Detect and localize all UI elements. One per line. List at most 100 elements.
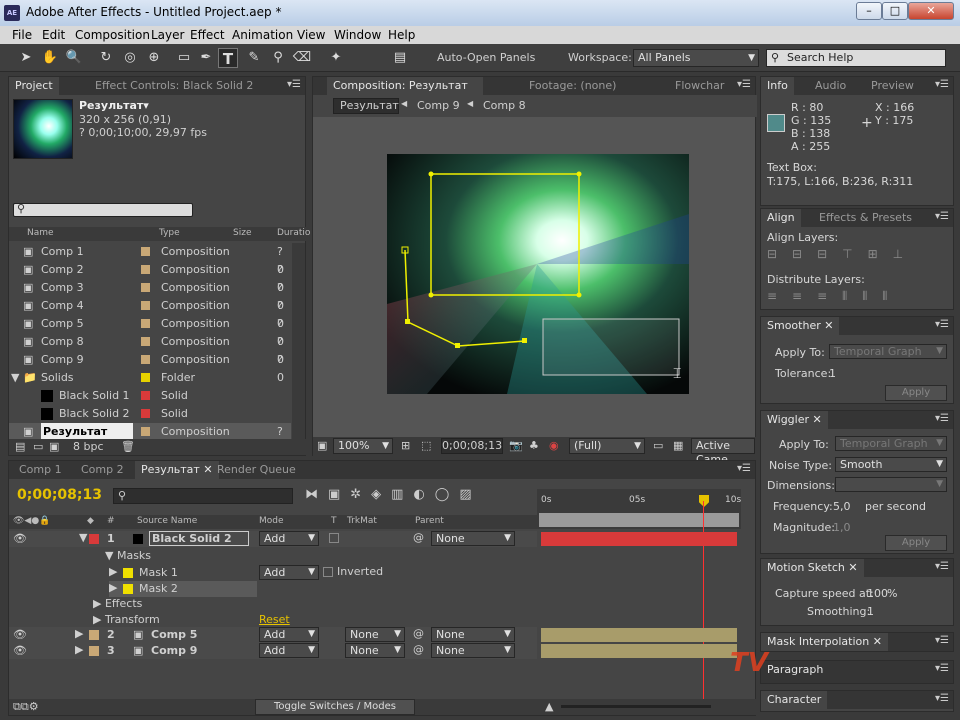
zoom-tool-icon[interactable]: 🔍: [64, 48, 84, 68]
panel-menu-icon[interactable]: ▾☰: [935, 211, 949, 222]
frequency-value[interactable]: 5,0: [833, 500, 851, 513]
parent-pickwhip-icon[interactable]: @: [413, 531, 424, 544]
tab-effects-presets[interactable]: Effects & Presets: [813, 209, 918, 227]
time-ruler[interactable]: 0s 05s 10s: [537, 489, 741, 529]
preserve-transparency-checkbox[interactable]: [329, 533, 339, 543]
workspace-select[interactable]: All Panels ▼: [633, 49, 759, 67]
panel-menu-icon[interactable]: ▾☰: [737, 463, 751, 474]
new-folder-icon[interactable]: ▭: [33, 440, 43, 453]
timeline-zoom-slider[interactable]: [561, 705, 711, 708]
camera-view-select[interactable]: Active Came: [691, 438, 755, 466]
layer-name[interactable]: Comp 5: [151, 628, 197, 641]
pan-behind-tool-icon[interactable]: ⊕: [144, 48, 164, 68]
crumb-result[interactable]: Результат: [333, 98, 399, 114]
project-item-name[interactable]: Comp 4: [41, 297, 84, 315]
col-name[interactable]: Name: [27, 228, 54, 238]
layer-row-2[interactable]: 👁 ▶ 2 ▣ Comp 5 Add ▼ None ▼ @ None ▼: [9, 627, 537, 643]
col-type[interactable]: Type: [159, 228, 180, 238]
snapshot-icon[interactable]: 📷: [509, 439, 523, 452]
smoother-apply-button[interactable]: Apply: [885, 385, 947, 401]
crumb-comp8[interactable]: Comp 8: [483, 99, 526, 112]
label-color[interactable]: [141, 247, 150, 256]
mask-inverted-checkbox[interactable]: [323, 567, 333, 577]
label-color[interactable]: [141, 319, 150, 328]
project-item-name[interactable]: Comp 5: [41, 315, 84, 333]
menu-help[interactable]: Help: [388, 28, 415, 42]
tab-motion-sketch[interactable]: Motion Sketch ✕: [761, 559, 864, 577]
tab-comp1[interactable]: Comp 1: [13, 461, 68, 479]
layer-mode-select[interactable]: Add ▼: [259, 627, 319, 642]
magnification-select[interactable]: 100% ▼: [333, 438, 393, 454]
tab-character[interactable]: Character: [761, 691, 828, 709]
rotation-tool-icon[interactable]: ↻: [96, 48, 116, 68]
show-snapshot-icon[interactable]: ♣: [529, 439, 539, 452]
puppet-tool-icon[interactable]: ✦: [326, 48, 346, 68]
tab-audio[interactable]: Audio: [809, 77, 852, 95]
layer-row-3[interactable]: 👁 ▶ 3 ▣ Comp 9 Add ▼ None ▼ @ None ▼: [9, 643, 537, 659]
layer-trkmat-select[interactable]: None ▼: [345, 643, 405, 658]
toggle-switches-modes-button[interactable]: Toggle Switches / Modes: [255, 699, 415, 715]
wiggler-apply-button[interactable]: Apply: [885, 535, 947, 551]
rectangle-tool-icon[interactable]: ▭: [174, 48, 194, 68]
menu-composition[interactable]: Composition: [75, 28, 150, 42]
timeline-search-input[interactable]: ⚲: [113, 488, 293, 504]
label-color[interactable]: [141, 427, 150, 436]
tab-wiggler[interactable]: Wiggler ✕: [761, 411, 828, 429]
project-item[interactable]: ▣ Comp 9 Composition? 0: [9, 351, 291, 384]
crumb-comp9[interactable]: Comp 9: [417, 99, 460, 112]
mask-1-mode-select[interactable]: Add ▼: [259, 565, 319, 580]
project-item-name[interactable]: Comp 9: [41, 351, 84, 369]
col-source-name[interactable]: Source Name: [137, 516, 197, 526]
label-color[interactable]: [141, 355, 150, 364]
close-button[interactable]: ✕: [908, 2, 954, 20]
effects-group[interactable]: ▶ Effects: [93, 597, 142, 610]
tab-composition[interactable]: Composition: Результат ▼ ✕: [327, 77, 483, 110]
layer-parent-select[interactable]: None ▼: [431, 627, 515, 642]
capture-speed-value[interactable]: 100: [867, 587, 888, 600]
project-item-name[interactable]: Solids: [41, 369, 74, 387]
layer-mode-select[interactable]: Add ▼: [259, 531, 319, 546]
layer-bar-1[interactable]: [541, 532, 737, 546]
magnitude-value[interactable]: 1,0: [833, 521, 851, 534]
label-color[interactable]: [141, 373, 150, 382]
visibility-eye-icon[interactable]: 👁: [13, 628, 27, 641]
expand-arrow-icon[interactable]: ▼: [79, 531, 87, 544]
timeline-switches[interactable]: ⧓▣✲◈▥◐◯▨: [305, 487, 482, 502]
transform-group[interactable]: ▶ Transform: [93, 613, 160, 626]
col-size[interactable]: Size: [233, 228, 251, 238]
region-of-interest-icon[interactable]: ▭: [653, 439, 663, 452]
timeline-timecode[interactable]: 0;00;08;13: [17, 487, 102, 503]
tolerance-value[interactable]: 1: [829, 367, 836, 380]
tab-footage[interactable]: Footage: (none): [523, 77, 622, 95]
grid-icon[interactable]: ⊞: [401, 439, 410, 452]
panel-menu-icon[interactable]: ▾☰: [935, 413, 949, 424]
channels-icon[interactable]: ◉: [549, 439, 559, 452]
project-item-name[interactable]: Comp 1: [41, 243, 84, 261]
panel-menu-icon[interactable]: ▾☰: [935, 79, 949, 90]
project-item[interactable]: ▣ Comp 3 Composition? 0: [9, 279, 291, 312]
panel-menu-icon[interactable]: ▾☰: [287, 79, 301, 90]
project-item[interactable]: ▣ Comp 4 Composition? 0: [9, 297, 291, 330]
smoothing-value[interactable]: 1: [867, 605, 874, 618]
col-mode[interactable]: Mode: [259, 516, 284, 526]
layer-bar-3[interactable]: [541, 644, 737, 658]
delete-icon[interactable]: 🗑: [121, 440, 135, 453]
align-buttons-row[interactable]: ⊟⊟⊟⊤⊞⊥: [767, 247, 918, 261]
menu-animation[interactable]: Animation: [232, 28, 293, 42]
eraser-tool-icon[interactable]: ⌫: [292, 48, 312, 68]
brush-tool-icon[interactable]: ✎: [244, 48, 264, 68]
playhead-handle[interactable]: [699, 495, 709, 507]
menu-view[interactable]: View: [297, 28, 325, 42]
project-item-name[interactable]: Comp 3: [41, 279, 84, 297]
panel-menu-icon[interactable]: ▾☰: [935, 319, 949, 330]
panel-menu-icon[interactable]: ▾☰: [935, 561, 949, 572]
zoom-out-icon[interactable]: ▲: [545, 700, 553, 713]
mask-1-color[interactable]: [123, 568, 133, 578]
interpret-footage-icon[interactable]: ▤: [15, 440, 25, 453]
project-item[interactable]: Black Solid 2 Solid: [9, 405, 291, 423]
resolution-select[interactable]: (Full) ▼: [569, 438, 645, 454]
masks-group[interactable]: ▼ Masks: [105, 549, 151, 562]
distribute-buttons-row[interactable]: ≡≡≡⫴⫴⫴: [767, 289, 902, 304]
project-item-name[interactable]: Comp 2: [41, 261, 84, 279]
project-item[interactable]: ▣ Comp 5 Composition? 0: [9, 315, 291, 348]
